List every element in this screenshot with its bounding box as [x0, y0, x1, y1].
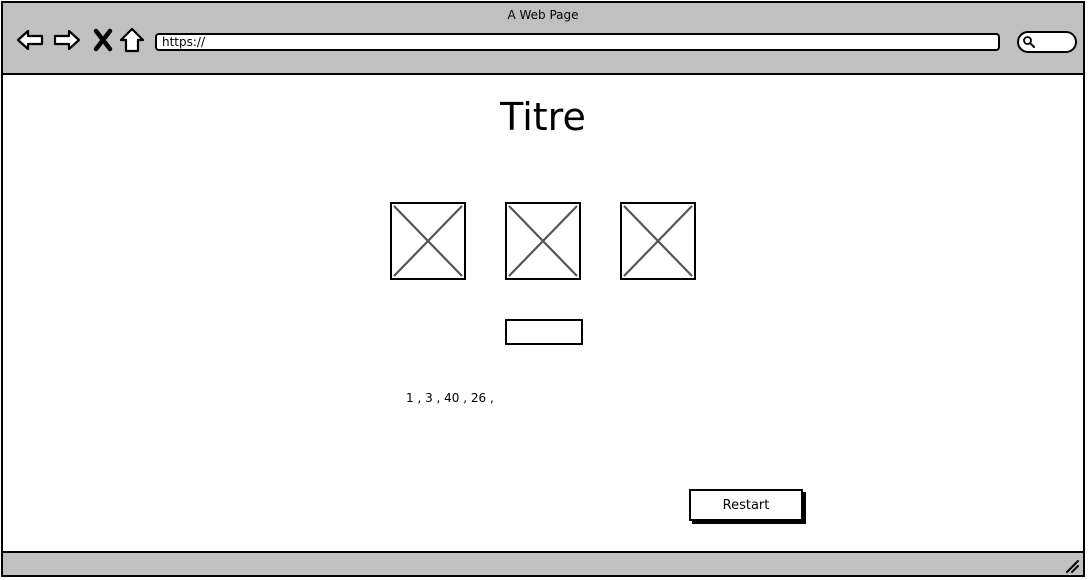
image-placeholder-3: [620, 202, 696, 280]
stop-icon[interactable]: [88, 25, 118, 55]
browser-toolbar: A Web Page: [3, 3, 1083, 75]
sequence-text: 1 , 3 , 40 , 26 ,: [406, 391, 494, 405]
page-title: Titre: [500, 95, 586, 139]
restart-button[interactable]: Restart: [689, 489, 803, 521]
browser-window: A Web Page https:// Titre 1 , 3 , 40 , 2…: [1, 1, 1085, 577]
answer-input[interactable]: [505, 319, 583, 345]
image-placeholder-2: [505, 202, 581, 280]
search-icon: [1023, 36, 1035, 48]
window-title: A Web Page: [507, 8, 579, 22]
resize-grip-icon[interactable]: [1063, 557, 1079, 573]
search-box[interactable]: [1017, 31, 1077, 53]
forward-icon[interactable]: [52, 25, 82, 55]
status-bar: [3, 551, 1083, 575]
page-content: Titre 1 , 3 , 40 , 26 , Restart: [3, 75, 1083, 553]
url-input[interactable]: [155, 33, 1000, 51]
home-icon[interactable]: [117, 25, 147, 55]
back-icon[interactable]: [15, 25, 45, 55]
image-placeholder-1: [390, 202, 466, 280]
